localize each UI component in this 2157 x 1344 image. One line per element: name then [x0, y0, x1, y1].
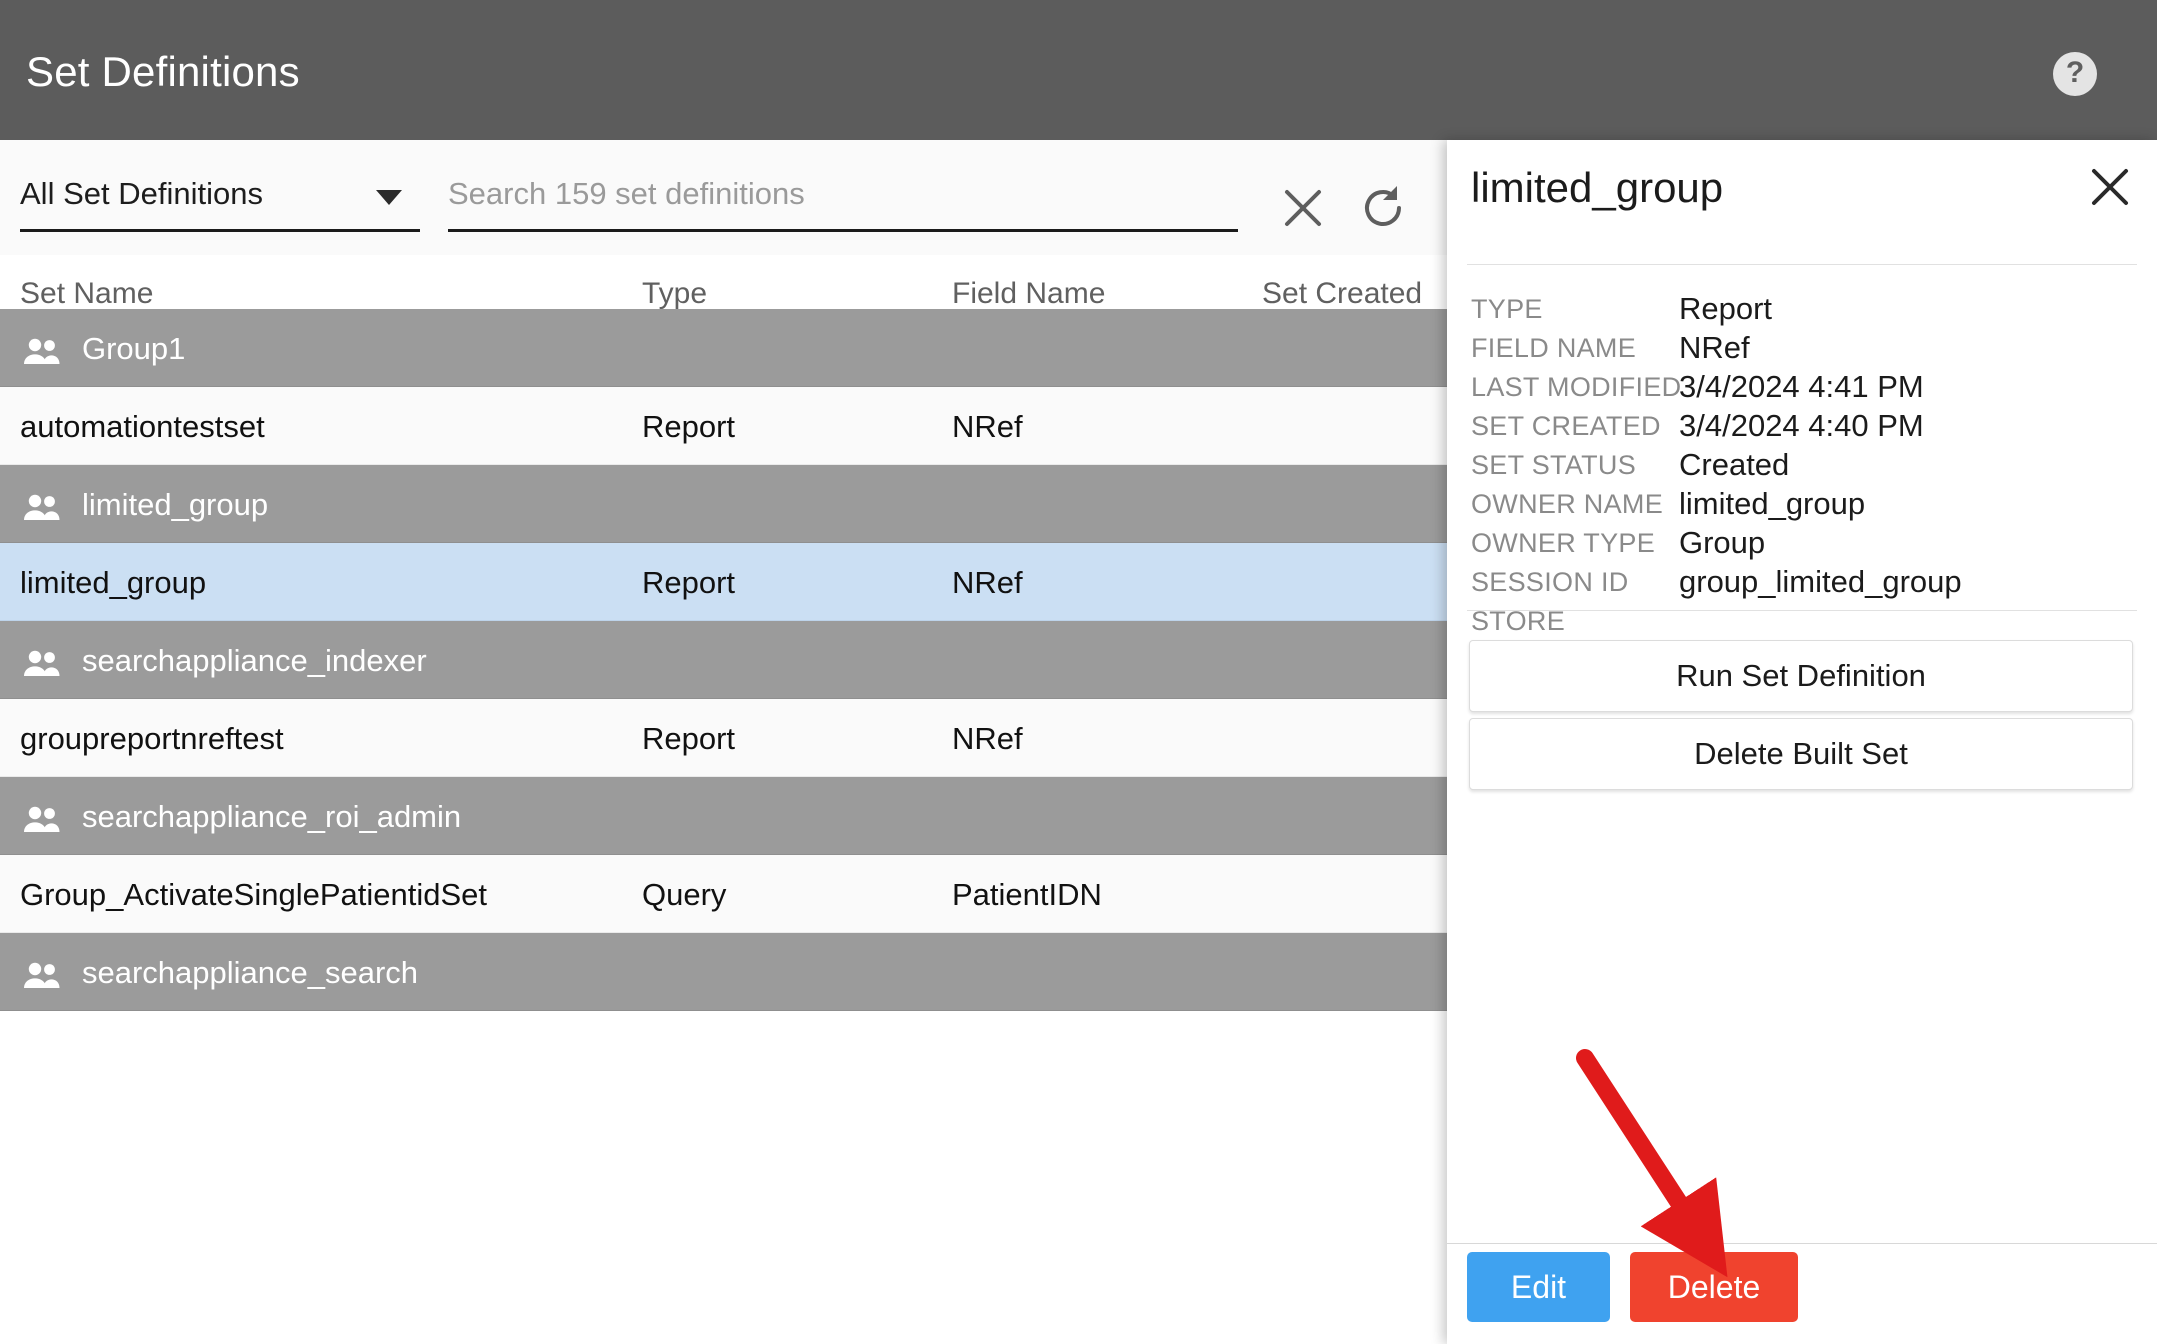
- cell-type: Report: [642, 565, 736, 600]
- group-people-icon: [22, 337, 62, 367]
- column-header-field-name[interactable]: Field Name: [952, 277, 1105, 311]
- detail-panel-footer-divider: [1447, 1243, 2157, 1244]
- group-row-label: searchappliance_indexer: [82, 643, 427, 678]
- column-header-type[interactable]: Type: [642, 277, 707, 311]
- detail-property-row: TYPE Report: [1447, 291, 2157, 333]
- cell-type: Report: [642, 409, 736, 444]
- set-definition-detail-panel: limited_group TYPE Report FIELD NAME NRef LA…: [1447, 140, 2157, 1344]
- cell-type: Query: [642, 877, 727, 912]
- group-people-icon: [22, 493, 62, 523]
- detail-property-value: NRef: [1679, 330, 1750, 365]
- detail-property-key: TYPE: [1471, 294, 1543, 324]
- cell-field-name: NRef: [952, 409, 1023, 444]
- column-header-set-name[interactable]: Set Name: [20, 277, 153, 311]
- group-row-label: searchappliance_roi_admin: [82, 799, 462, 834]
- detail-property-key: SET STATUS: [1471, 450, 1637, 480]
- detail-property-row: FIELD NAME NRef: [1447, 330, 2157, 372]
- group-row-label: limited_group: [82, 487, 269, 522]
- detail-property-key: SET CREATED: [1471, 411, 1661, 441]
- detail-property-row: SET CREATED 3/4/2024 4:40 PM: [1447, 408, 2157, 450]
- group-people-icon: [22, 649, 62, 679]
- app-header: Set Definitions ?: [0, 0, 2157, 140]
- cell-type: Report: [642, 721, 736, 756]
- detail-panel-divider-actions: [1467, 610, 2137, 611]
- set-definitions-filter-select[interactable]: All Set Definitions: [20, 170, 420, 232]
- detail-property-value: group_limited_group: [1679, 564, 1962, 599]
- detail-property-key: SESSION ID: [1471, 567, 1629, 597]
- run-set-definition-button[interactable]: Run Set Definition: [1469, 640, 2133, 712]
- group-people-icon: [22, 805, 62, 835]
- detail-property-row: OWNER NAME limited_group: [1447, 486, 2157, 528]
- clear-search-icon[interactable]: [1277, 182, 1329, 234]
- detail-property-row: SESSION ID group_limited_group: [1447, 564, 2157, 606]
- group-row-label: searchappliance_search: [82, 955, 419, 990]
- search-input[interactable]: Search 159 set definitions: [448, 170, 1238, 232]
- detail-property-key: FIELD NAME: [1471, 333, 1637, 363]
- cell-set-name: groupreportnreftest: [20, 721, 284, 756]
- detail-property-value: Report: [1679, 291, 1773, 326]
- detail-property-key: LAST MODIFIED: [1471, 372, 1682, 402]
- set-definitions-screen: Set Definitions ? All Set Definitions Se…: [0, 0, 2157, 1344]
- cell-set-name: automationtestset: [20, 409, 265, 444]
- detail-property-value: 3/4/2024 4:40 PM: [1679, 408, 1924, 443]
- cell-set-name: Group_ActivateSinglePatientidSet: [20, 877, 488, 912]
- close-icon[interactable]: [2085, 162, 2135, 212]
- detail-property-row: SET STATUS Created: [1447, 447, 2157, 489]
- detail-property-key: OWNER NAME: [1471, 489, 1663, 519]
- help-glyph: ?: [2065, 56, 2085, 89]
- filter-select-label: All Set Definitions: [20, 176, 263, 211]
- cell-field-name: PatientIDN: [952, 877, 1102, 912]
- detail-panel-divider-top: [1467, 264, 2137, 265]
- detail-property-list: TYPE Report FIELD NAME NRef LAST MODIFIED 3/4…: [1447, 291, 2157, 645]
- search-placeholder: Search 159 set definitions: [448, 176, 805, 211]
- detail-property-row: LAST MODIFIED 3/4/2024 4:41 PM: [1447, 369, 2157, 411]
- delete-button[interactable]: Delete: [1630, 1252, 1798, 1322]
- cell-field-name: NRef: [952, 565, 1023, 600]
- refresh-icon[interactable]: [1357, 182, 1409, 234]
- detail-property-value: Group: [1679, 525, 1766, 560]
- chevron-down-icon: [376, 190, 402, 205]
- column-header-set-created[interactable]: Set Created: [1262, 277, 1422, 311]
- detail-property-value: 3/4/2024 4:41 PM: [1679, 369, 1924, 404]
- group-people-icon: [22, 961, 62, 991]
- page-title: Set Definitions: [26, 48, 300, 95]
- detail-property-row: OWNER TYPE Group: [1447, 525, 2157, 567]
- edit-button[interactable]: Edit: [1467, 1252, 1610, 1322]
- delete-built-set-button[interactable]: Delete Built Set: [1469, 718, 2133, 790]
- detail-panel-title: limited_group: [1471, 164, 1724, 211]
- detail-property-value: limited_group: [1679, 486, 1866, 521]
- detail-property-key: OWNER TYPE: [1471, 528, 1656, 558]
- detail-property-value: Created: [1679, 447, 1790, 482]
- group-row-label: Group1: [82, 331, 186, 366]
- cell-field-name: NRef: [952, 721, 1023, 756]
- cell-set-name: limited_group: [20, 565, 207, 600]
- help-icon[interactable]: ?: [2053, 52, 2097, 96]
